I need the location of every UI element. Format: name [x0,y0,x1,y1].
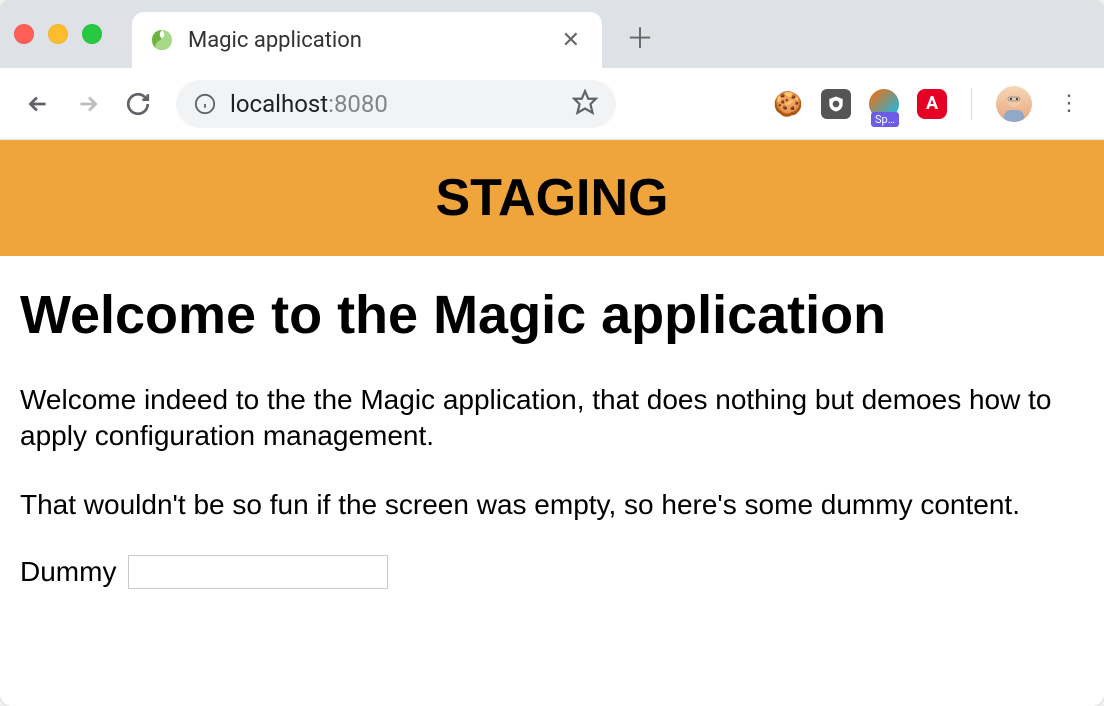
reload-button[interactable] [118,84,158,124]
dummy-label: Dummy [20,556,116,588]
cookie-extension-icon[interactable]: 🍪 [773,89,803,119]
new-tab-button[interactable]: ＋ [626,17,654,57]
dummy-input[interactable] [128,555,388,589]
environment-banner: STAGING [0,140,1104,256]
url-text: localhost:8080 [230,90,564,118]
tab-title: Magic application [188,28,558,53]
site-info-icon[interactable] [194,93,216,115]
page-title: Welcome to the Magic application [20,284,1084,346]
close-tab-button[interactable]: ✕ [558,28,584,53]
browser-window: Magic application ✕ ＋ localhost:8080 [0,0,1104,706]
browser-menu-button[interactable]: ⋮ [1050,91,1086,116]
forward-button[interactable] [68,84,108,124]
maximize-window-button[interactable] [82,24,102,44]
window-controls [14,24,102,44]
profile-avatar[interactable] [996,86,1032,122]
browser-tab[interactable]: Magic application ✕ [132,12,602,68]
ublock-extension-icon[interactable] [821,89,851,119]
page-content: STAGING Welcome to the Magic application… [0,140,1104,706]
page-paragraph-2: That wouldn't be so fun if the screen wa… [20,487,1084,523]
toolbar-divider [971,88,972,120]
dummy-form-row: Dummy [20,555,1084,589]
tab-strip: Magic application ✕ ＋ [0,0,1104,68]
red-extension-icon[interactable]: A [917,89,947,119]
extensions-area: 🍪 Sp… A ⋮ [773,86,1086,122]
red-extension-label: A [926,93,938,114]
dev-extension-badge: Sp… [871,112,899,127]
browser-toolbar: localhost:8080 🍪 Sp… A ⋮ [0,68,1104,140]
close-window-button[interactable] [14,24,34,44]
minimize-window-button[interactable] [48,24,68,44]
url-host: localhost [230,90,328,118]
page-body: Welcome to the Magic application Welcome… [0,256,1104,617]
spring-favicon-icon [150,28,174,52]
url-port: :8080 [328,90,388,118]
bookmark-star-icon[interactable] [572,89,598,119]
back-button[interactable] [18,84,58,124]
address-bar[interactable]: localhost:8080 [176,80,616,128]
dev-extension-icon[interactable]: Sp… [869,89,899,119]
page-paragraph-1: Welcome indeed to the the Magic applicat… [20,382,1084,455]
